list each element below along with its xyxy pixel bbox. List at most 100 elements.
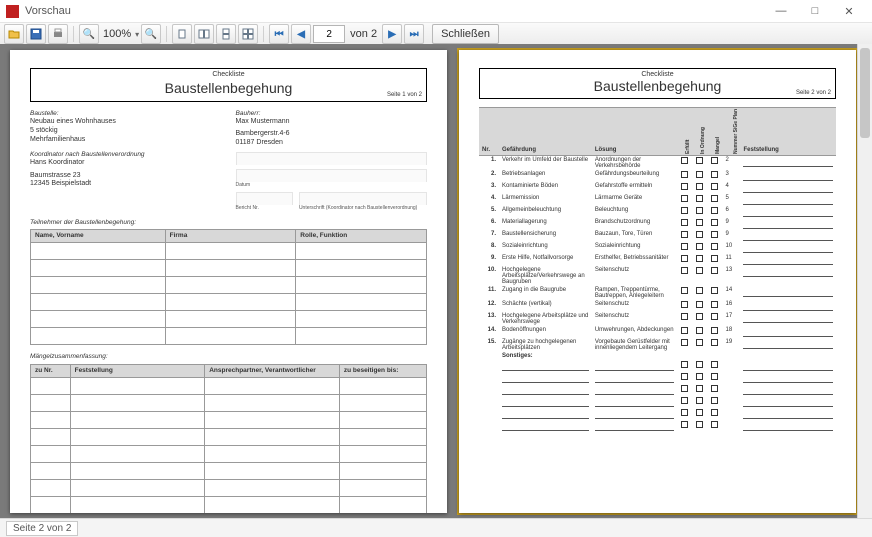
table-row: 14.BodenöffnungenUmwehrungen, Abdeckunge… [479,326,836,338]
doc-sup: Checkliste [484,71,831,78]
doc-sup: Checkliste [35,71,422,80]
table-row [31,462,427,479]
titlebar: Vorschau — □ ✕ [0,0,872,23]
page-input[interactable] [313,25,345,43]
table-row: 8.SozialeinrichtungSozialeinrichtung10 [479,242,836,254]
table-row [479,372,836,384]
th-nr: Nr. [479,108,499,156]
table-row [31,311,427,328]
page-1: Checkliste Baustellenbegehung Seite 1 vo… [10,50,447,513]
th-firma: Firma [165,230,296,243]
table-row [31,411,427,428]
close-window-button[interactable]: ✕ [832,0,866,22]
table-row: 13.Hochgelegene Arbeitsplätze und Verkeh… [479,312,836,326]
app-icon [6,5,19,18]
m-th4: zu beseitigen bis: [339,364,426,377]
doc-title: Baustellenbegehung [484,78,831,94]
maximize-button[interactable]: □ [798,0,832,22]
first-page-icon[interactable]: ⏮ [269,24,289,44]
mangel-table: zu Nr.FeststellungAnsprechpartner, Veran… [30,364,427,514]
table-row [479,408,836,420]
bauherr-v2: Bambergerstr.4-6 [236,130,428,139]
th-c1: Erfüllt [677,108,692,156]
bauherr-v3: 01187 Dresden [236,139,428,148]
zoom-in-icon[interactable]: 🔍 [79,24,99,44]
m-th3: Ansprechpartner, Verantwortlicher [205,364,340,377]
gefahr-table: Nr. Gefährdung Lösung Erfüllt In Ordnung… [479,107,836,432]
minimize-button[interactable]: — [764,0,798,22]
teilnehmer-table: Name, VornameFirmaRolle, Funktion [30,229,427,345]
teilnehmer-label: Teilnehmer der Baustellenbegehung: [30,219,427,227]
table-row [31,294,427,311]
koord-v1: Hans Koordinator [30,159,222,168]
save-icon[interactable] [26,24,46,44]
table-row [31,328,427,345]
view-continuous-icon[interactable] [216,24,236,44]
bericht-label: Bericht Nr. [236,205,293,211]
table-row: 12.Schächte (vertikal)Seitenschutz16 [479,300,836,312]
table-row [31,260,427,277]
baustelle-v3: Mehrfamilienhaus [30,136,222,145]
table-row: 7.BaustellensicherungBauzaun, Tore, Türe… [479,230,836,242]
th-gef: Gefährdung [499,108,592,156]
m-th1: zu Nr. [31,364,71,377]
zoom-out-icon[interactable]: 🔍 [141,24,161,44]
table-row: 2.BetriebsanlagenGefährdungsbeurteilung3 [479,170,836,182]
table-row [479,384,836,396]
scrollbar-thumb[interactable] [860,48,870,138]
window-title: Vorschau [25,5,764,17]
page-number: Seite 1 von 2 [387,92,422,100]
doc-header: Checkliste Baustellenbegehung Seite 2 vo… [479,68,836,99]
table-row [31,277,427,294]
close-preview-button[interactable]: Schließen [432,24,499,44]
next-page-icon[interactable]: ▶ [382,24,402,44]
open-icon[interactable] [4,24,24,44]
th-name: Name, Vorname [31,230,166,243]
table-row: 15.Zugänge zu hochgelegenen Arbeitsplätz… [479,338,836,352]
status-page: Seite 2 von 2 [6,521,78,536]
bauherr-label: Bauherr: [236,110,428,118]
table-row: 4.LärmemissionLärmarme Geräte5 [479,194,836,206]
separator [73,26,74,42]
th-c2: In Ordnung [692,108,707,156]
doc-header: Checkliste Baustellenbegehung Seite 1 vo… [30,68,427,102]
table-row [479,360,836,372]
baustelle-v2: 5 stöckig [30,127,222,136]
table-row [479,396,836,408]
view-facing-icon[interactable] [194,24,214,44]
zoom-value[interactable]: 100% [101,28,133,40]
table-row [31,479,427,496]
table-row: 9.Erste Hilfe, NotfallvorsorgeErsthelfer… [479,254,836,266]
th-rolle: Rolle, Funktion [296,230,427,243]
toolbar: 🔍 100% ▾ 🔍 ⏮ ◀ von 2 ▶ ⏭ Schließen [0,23,872,46]
baustelle-label: Baustelle: [30,110,222,118]
zoom-dropdown-icon[interactable]: ▾ [135,30,139,39]
table-row [31,377,427,394]
bauherr-v1: Max Mustermann [236,118,428,127]
table-row [31,243,427,260]
th-num: Nummer SiGe Plan [722,108,740,156]
baustelle-v1: Neubau eines Wohnhauses [30,118,222,127]
print-icon[interactable] [48,24,68,44]
sig-label: Unterschrift (Koordinator nach Baustelle… [299,205,427,211]
prev-page-icon[interactable]: ◀ [291,24,311,44]
table-row [31,394,427,411]
table-row: 10.Hochgelegene Arbeitsplätze/Verkehrswe… [479,266,836,286]
table-row: 6.MateriallagerungBrandschutzordnung9 [479,218,836,230]
last-page-icon[interactable]: ⏭ [404,24,424,44]
separator [166,26,167,42]
doc-title: Baustellenbegehung [35,80,422,98]
page-2: Checkliste Baustellenbegehung Seite 2 vo… [459,50,856,513]
vertical-scrollbar[interactable] [857,44,872,519]
th-los: Lösung [592,108,678,156]
table-row [31,496,427,513]
view-grid-icon[interactable] [238,24,258,44]
th-fest: Feststellung [740,108,836,156]
table-row: 11.Zugang in die BaugrubeRampen, Treppen… [479,286,836,300]
view-single-icon[interactable] [172,24,192,44]
table-row: 1.Verkehr im Umfeld der BaustelleAnordnu… [479,156,836,171]
mangel-label: Mängelzusammenfassung: [30,353,427,361]
koord-label: Koordinator nach Baustellenverordnung [30,151,222,159]
sonstiges-row: Sonstiges: [479,352,836,360]
table-row [479,420,836,432]
